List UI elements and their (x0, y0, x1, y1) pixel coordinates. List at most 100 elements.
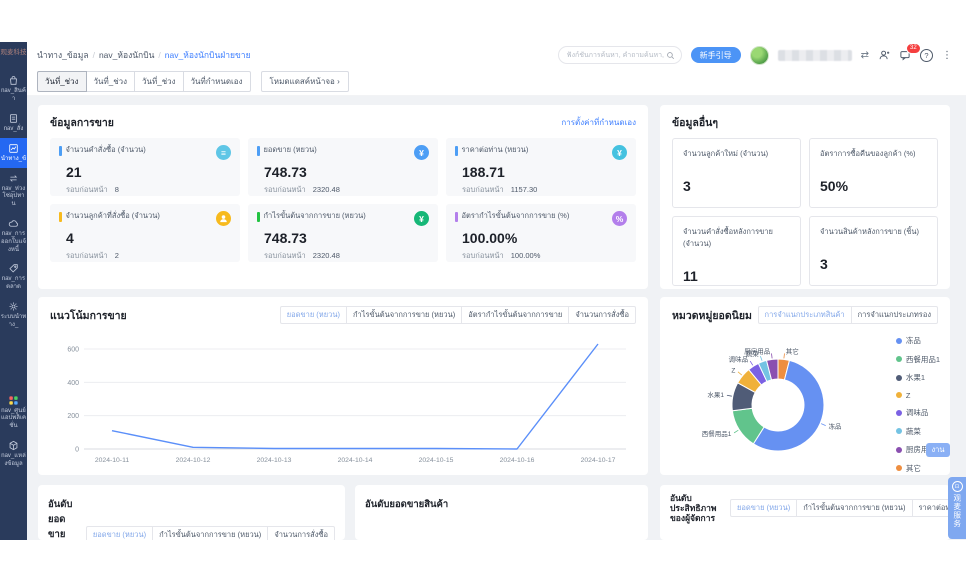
other-card-value: 50% (820, 178, 927, 194)
search-icon (666, 51, 675, 60)
seller-ranking-panel: อันดับยอดขายของผู้ขาย ยอดขาย (หยวน)กำไรข… (38, 485, 345, 540)
legend-dot (896, 428, 902, 434)
manager-tab-1[interactable]: กำไรขั้นต้นจากการขาย (หยวน) (796, 499, 912, 517)
sidebar-item-label: nav_การออกใบแจ้งหนี้ (1, 231, 27, 254)
other-card-0: จำนวนลูกค้าใหม่ (จำนวน)3 (672, 138, 801, 208)
trend-tab-3[interactable]: จำนวนการสั่งซื้อ (568, 306, 636, 324)
date-tab-3[interactable]: วันที่กำหนดเอง (183, 71, 251, 92)
breadcrumb-item[interactable]: นำทาง_ข้อมูล (37, 48, 89, 62)
sales-panel-title: ข้อมูลการขาย (50, 114, 114, 131)
legend-item-蔬菜[interactable]: 蔬菜 (896, 426, 940, 437)
legend-label: 其它 (906, 463, 921, 474)
yuan-icon: ¥ (414, 211, 429, 226)
manager-tab-group: ยอดขาย (หยวน)กำไรขั้นต้นจากการขาย (หยวน)… (730, 499, 950, 517)
main-content: ข้อมูลการขาย การตั้งค่าที่กำหนดเอง จำนวน… (27, 96, 966, 540)
legend-item-冻品[interactable]: 冻品 (896, 335, 940, 346)
legend-item-西餐用品1[interactable]: 西餐用品1 (896, 354, 940, 365)
customer-service-tab[interactable]: ⊡ 观麦服务 (948, 477, 966, 539)
sidebar-item-system-nav[interactable]: ระบบนำทาง_ (0, 296, 27, 334)
other-card-label: จำนวนลูกค้าใหม่ (จำนวน) (683, 148, 790, 160)
svg-text:2024-10-11: 2024-10-11 (95, 457, 129, 464)
trend-panel-title: แนวโน้มการขาย (50, 307, 127, 324)
sidebar-item-supply-chain[interactable]: nav_ห่วงโซ่อุปทาน (0, 168, 27, 213)
category-donut-chart: 其它冻品西餐用品1水果1Z调味品蔬菜厨房用品 (660, 331, 875, 475)
stat-card-4: กำไรขั้นต้นจากการขาย (หยวน)¥748.73รอบก่อ… (248, 204, 438, 262)
legend-label: Z (906, 391, 911, 400)
svg-text:2024-10-12: 2024-10-12 (176, 457, 211, 464)
seller-tab-1[interactable]: กำไรขั้นต้นจากการขาย (หยวน) (152, 526, 268, 541)
sidebar-item-label: nav_สั่ง (1, 126, 27, 134)
svg-text:2024-10-16: 2024-10-16 (500, 457, 535, 464)
manager-tab-0[interactable]: ยอดขาย (หยวน) (730, 499, 797, 517)
stat-card-0: จำนวนคำสั่งซื้อ (จำนวน)≡21รอบก่อนหน้า8 (50, 138, 240, 196)
trend-tab-1[interactable]: กำไรขั้นต้นจากการขาย (หยวน) (346, 306, 462, 324)
sidebar-item-orders[interactable]: nav_สั่ง (0, 108, 27, 138)
more-menu-icon[interactable]: ⋮ (942, 50, 952, 61)
product-ranking-title: อันดับยอดขายสินค้า (365, 497, 448, 512)
stat-card-prev-value: 8 (115, 185, 119, 194)
messages-icon[interactable]: 32 (899, 49, 911, 61)
sidebar-item-data-source[interactable]: nav_แหล่งข้อมูล (0, 435, 27, 473)
trend-tab-2[interactable]: อัตรากำไรขั้นต้นจากการขาย (461, 306, 569, 324)
person-icon (216, 211, 231, 226)
trend-tab-0[interactable]: ยอดขาย (หยวน) (280, 306, 347, 324)
invite-user-icon[interactable] (878, 49, 890, 61)
legend-dot (896, 356, 902, 362)
sidebar-item-app-center[interactable]: nav_ศูนย์แอปพลิเคชั่น (0, 390, 27, 435)
legend-item-其它[interactable]: 其它 (896, 463, 940, 474)
date-tab-2[interactable]: วันที่_ช่วง (134, 71, 184, 92)
date-tab-1[interactable]: วันที่_ช่วง (86, 71, 136, 92)
app-logo: 观麦科技 (1, 49, 27, 56)
date-tab-0[interactable]: วันที่_ช่วง (37, 71, 87, 92)
search-input[interactable] (565, 51, 666, 60)
legend-item-Z[interactable]: Z (896, 391, 940, 400)
category-tab-1[interactable]: การจำแนกประเภทรอง (851, 306, 938, 324)
seller-tab-group: ยอดขาย (หยวน)กำไรขั้นต้นจากการขาย (หยวน)… (86, 526, 335, 541)
sidebar-item-label: nav_การตลาด (1, 276, 27, 292)
stat-card-label: อัตรากำไรขั้นต้นจากการขาย (%) (462, 211, 613, 220)
help-icon[interactable]: ? (920, 49, 933, 62)
sidebar: 观麦科技 nav_สินค้า nav_สั่งนำทาง_ข้nav_ห่วงโ… (0, 42, 27, 540)
seller-tab-0[interactable]: ยอดขาย (หยวน) (86, 526, 153, 541)
legend-label: 西餐用品1 (906, 354, 940, 365)
stat-card-label: จำนวนคำสั่งซื้อ (จำนวน) (66, 145, 217, 154)
breadcrumb: นำทาง_ข้อมูล/nav_ห้องนักบิน/nav_ห้องนักบ… (37, 48, 251, 62)
switch-account-icon[interactable]: ⇄ (861, 50, 869, 61)
custom-settings-link[interactable]: การตั้งค่าที่กำหนดเอง (561, 116, 636, 129)
sidebar-item-data-cockpit[interactable]: นำทาง_ข้ (0, 138, 27, 168)
stat-card-value: 748.73 (264, 164, 429, 180)
category-panel: หมวดหมู่ยอดนิยม การจำแนกประเภทสินค้าการจ… (660, 297, 950, 475)
stat-card-label: จำนวนลูกค้าที่สั่งซื้อ (จำนวน) (66, 211, 217, 220)
tag-icon (8, 263, 19, 274)
date-tab-group: วันที่_ช่วงวันที่_ช่วงวันที่_ช่วงวันที่ก… (37, 71, 251, 92)
seller-tab-2[interactable]: จำนวนการสั่งซื้อ (267, 526, 335, 541)
stat-card-2: ราคาต่อท่าน (หยวน)¥188.71รอบก่อนหน้า1157… (446, 138, 636, 196)
yuan-icon: ¥ (414, 145, 429, 160)
avatar[interactable] (750, 46, 769, 65)
legend-dot (896, 410, 902, 416)
grid-icon (8, 395, 19, 406)
legend-item-水果1[interactable]: 水果1 (896, 372, 940, 383)
sidebar-item-invoicing[interactable]: nav_การออกใบแจ้งหนี้ (0, 213, 27, 258)
global-search[interactable] (558, 46, 682, 64)
svg-text:西餐用品1: 西餐用品1 (702, 429, 732, 438)
breadcrumb-item[interactable]: nav_ห้องนักบินฝ่ายขาย (165, 48, 251, 62)
screen-mode-button[interactable]: โหมดแดสค์หน้าจอ › (261, 71, 349, 92)
sidebar-item-marketing[interactable]: nav_การตลาด (0, 258, 27, 296)
yuan-icon: ¥ (612, 145, 627, 160)
percent-icon: % (612, 211, 627, 226)
sidebar-item-products[interactable]: nav_สินค้า (0, 70, 27, 108)
svg-text:200: 200 (67, 413, 79, 420)
sidebar-item-label: nav_แหล่งข้อมูล (1, 453, 27, 469)
newbie-guide-button[interactable]: 新手引导 (691, 47, 741, 63)
svg-text:厨房用品: 厨房用品 (744, 346, 770, 355)
username-redacted[interactable] (778, 50, 852, 61)
manager-tab-2[interactable]: ราคาต่อท่าน (หยวน) (912, 499, 951, 517)
sales-data-panel: ข้อมูลการขาย การตั้งค่าที่กำหนดเอง จำนวน… (38, 105, 648, 289)
legend-label: 调味品 (906, 407, 929, 418)
task-floating-tag[interactable]: งาน (926, 443, 950, 457)
legend-item-调味品[interactable]: 调味品 (896, 407, 940, 418)
manager-ranking-title: อันดับประสิทธิภาพของผู้จัดการ (670, 493, 728, 524)
category-tab-0[interactable]: การจำแนกประเภทสินค้า (758, 306, 852, 324)
breadcrumb-item[interactable]: nav_ห้องนักบิน (99, 48, 154, 62)
